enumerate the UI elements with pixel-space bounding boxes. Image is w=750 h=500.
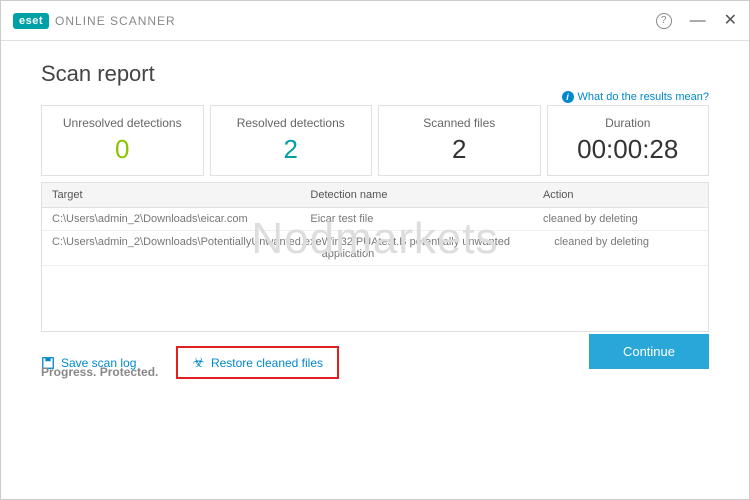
stat-unresolved: Unresolved detections 0 xyxy=(41,105,204,176)
restore-highlight: ☣ Restore cleaned files xyxy=(176,346,339,379)
col-target: Target xyxy=(52,189,310,201)
info-icon: i xyxy=(562,91,574,103)
titlebar: eset ONLINE SCANNER ? — ✕ xyxy=(1,1,749,41)
cell-target: C:\Users\admin_2\Downloads\PotentiallyUn… xyxy=(52,236,322,260)
stat-label: Resolved detections xyxy=(219,116,364,130)
stat-scanned: Scanned files 2 xyxy=(378,105,541,176)
minimize-button[interactable]: — xyxy=(690,13,706,29)
help-icon[interactable]: ? xyxy=(656,13,672,29)
stat-resolved: Resolved detections 2 xyxy=(210,105,373,176)
stat-value: 2 xyxy=(219,134,364,165)
table-row[interactable]: C:\Users\admin_2\Downloads\eicar.com Eic… xyxy=(42,208,708,231)
table-row[interactable]: C:\Users\admin_2\Downloads\PotentiallyUn… xyxy=(42,231,708,266)
footer-tagline: Progress. Protected. xyxy=(41,365,158,379)
cell-detection: Win32/PUAtest.B potentially unwanted app… xyxy=(322,236,555,260)
results-help-link[interactable]: i What do the results mean? xyxy=(562,91,709,103)
cell-action: cleaned by deleting xyxy=(543,213,698,225)
logo-badge: eset xyxy=(13,13,49,29)
stat-label: Duration xyxy=(556,116,701,130)
stat-value: 0 xyxy=(50,134,195,165)
stat-label: Unresolved detections xyxy=(50,116,195,130)
cell-action: cleaned by deleting xyxy=(554,236,709,260)
biohazard-icon: ☣ xyxy=(192,354,205,371)
stat-label: Scanned files xyxy=(387,116,532,130)
results-help-text: What do the results mean? xyxy=(578,91,709,103)
close-button[interactable]: ✕ xyxy=(724,13,737,29)
detections-table: Target Detection name Action C:\Users\ad… xyxy=(41,182,709,332)
stat-value: 00:00:28 xyxy=(556,134,701,165)
table-header: Target Detection name Action xyxy=(42,183,708,208)
page-title: Scan report xyxy=(41,61,709,87)
stats-row: Unresolved detections 0 Resolved detecti… xyxy=(41,105,709,176)
col-detection: Detection name xyxy=(310,189,543,201)
brand-logo: eset ONLINE SCANNER xyxy=(13,13,176,29)
stat-duration: Duration 00:00:28 xyxy=(547,105,710,176)
product-name: ONLINE SCANNER xyxy=(55,14,176,28)
restore-files-link[interactable]: ☣ Restore cleaned files xyxy=(192,354,323,371)
continue-button[interactable]: Continue xyxy=(589,334,709,369)
cell-target: C:\Users\admin_2\Downloads\eicar.com xyxy=(52,213,310,225)
main-content: Scan report i What do the results mean? … xyxy=(1,41,749,389)
cell-detection: Eicar test file xyxy=(310,213,543,225)
restore-label: Restore cleaned files xyxy=(211,356,323,370)
col-action: Action xyxy=(543,189,698,201)
stat-value: 2 xyxy=(387,134,532,165)
